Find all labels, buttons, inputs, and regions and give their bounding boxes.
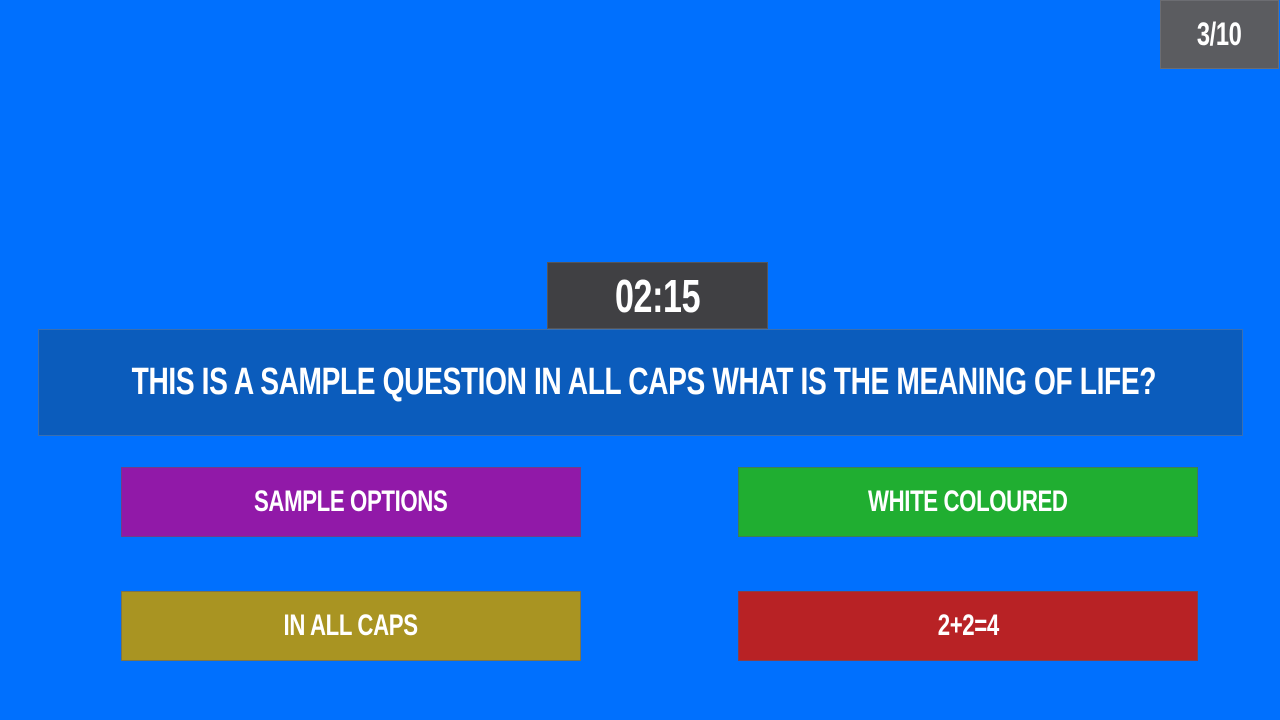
answer-option-2[interactable]: WHITE COLOURED: [738, 467, 1198, 537]
question-text: THIS IS A SAMPLE QUESTION IN ALL CAPS WH…: [132, 361, 1157, 403]
answer-option-3[interactable]: IN ALL CAPS: [121, 591, 581, 661]
countdown-timer: 02:15: [547, 262, 768, 329]
question-panel: THIS IS A SAMPLE QUESTION IN ALL CAPS WH…: [38, 329, 1243, 436]
answer-option-3-label: IN ALL CAPS: [283, 609, 419, 642]
answer-option-4-label: 2+2=4: [937, 609, 999, 642]
countdown-timer-label: 02:15: [614, 269, 701, 322]
answer-option-1[interactable]: SAMPLE OPTIONS: [121, 467, 581, 537]
answer-option-4[interactable]: 2+2=4: [738, 591, 1198, 661]
question-counter: 3/10: [1160, 0, 1279, 69]
answer-option-2-label: WHITE COLOURED: [868, 485, 1068, 518]
answer-option-1-label: SAMPLE OPTIONS: [254, 485, 448, 518]
question-counter-label: 3/10: [1197, 16, 1242, 52]
